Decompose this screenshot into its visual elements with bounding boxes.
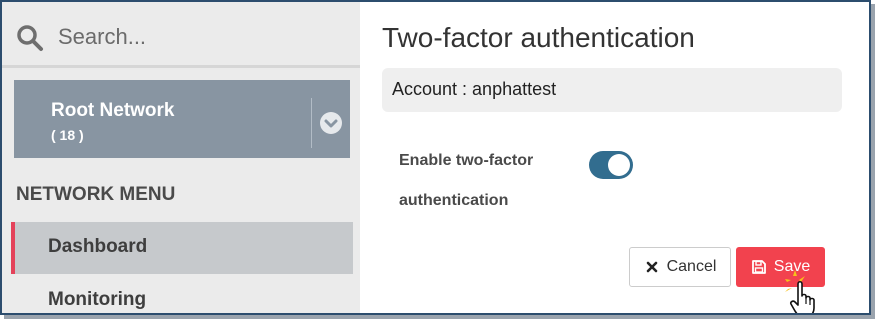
account-text: Account : anphattest [392, 79, 557, 99]
two-factor-toggle[interactable] [589, 151, 633, 179]
search-icon [17, 25, 43, 51]
account-info: Account : anphattest [382, 68, 842, 112]
toggle-label-continued: authentication [399, 192, 509, 209]
sidebar-item-label: Dashboard [48, 236, 148, 257]
network-selector[interactable]: Root Network ( 18 ) [14, 80, 350, 158]
main-panel: Two-factor authentication Account : anph… [360, 2, 869, 313]
search-input[interactable] [54, 18, 352, 56]
sidebar-item-label: Monitoring [48, 289, 147, 310]
toggle-knob [608, 154, 630, 176]
menu-heading: NETWORK MENU [16, 184, 176, 205]
sidebar: Root Network ( 18 ) NETWORK MENU Dashboa… [2, 2, 360, 313]
active-indicator [11, 222, 15, 274]
toggle-label: Enable two-factor [399, 152, 534, 169]
app-window: Root Network ( 18 ) NETWORK MENU Dashboa… [0, 0, 871, 315]
chevron-down-icon[interactable] [319, 111, 343, 135]
network-divider [311, 98, 312, 148]
search-bar [2, 2, 360, 68]
page-title: Two-factor authentication [382, 22, 695, 53]
close-icon [646, 261, 657, 273]
cancel-label: Cancel [666, 258, 717, 275]
network-count: ( 18 ) [51, 127, 84, 143]
search-underline [2, 65, 360, 68]
floppy-disk-icon [751, 260, 766, 274]
cancel-button[interactable]: Cancel [629, 247, 731, 287]
sidebar-item-dashboard[interactable]: Dashboard [11, 222, 353, 274]
network-name: Root Network [51, 100, 175, 121]
hand-pointer-icon [785, 270, 815, 313]
sidebar-item-monitoring[interactable]: Monitoring [11, 275, 353, 313]
